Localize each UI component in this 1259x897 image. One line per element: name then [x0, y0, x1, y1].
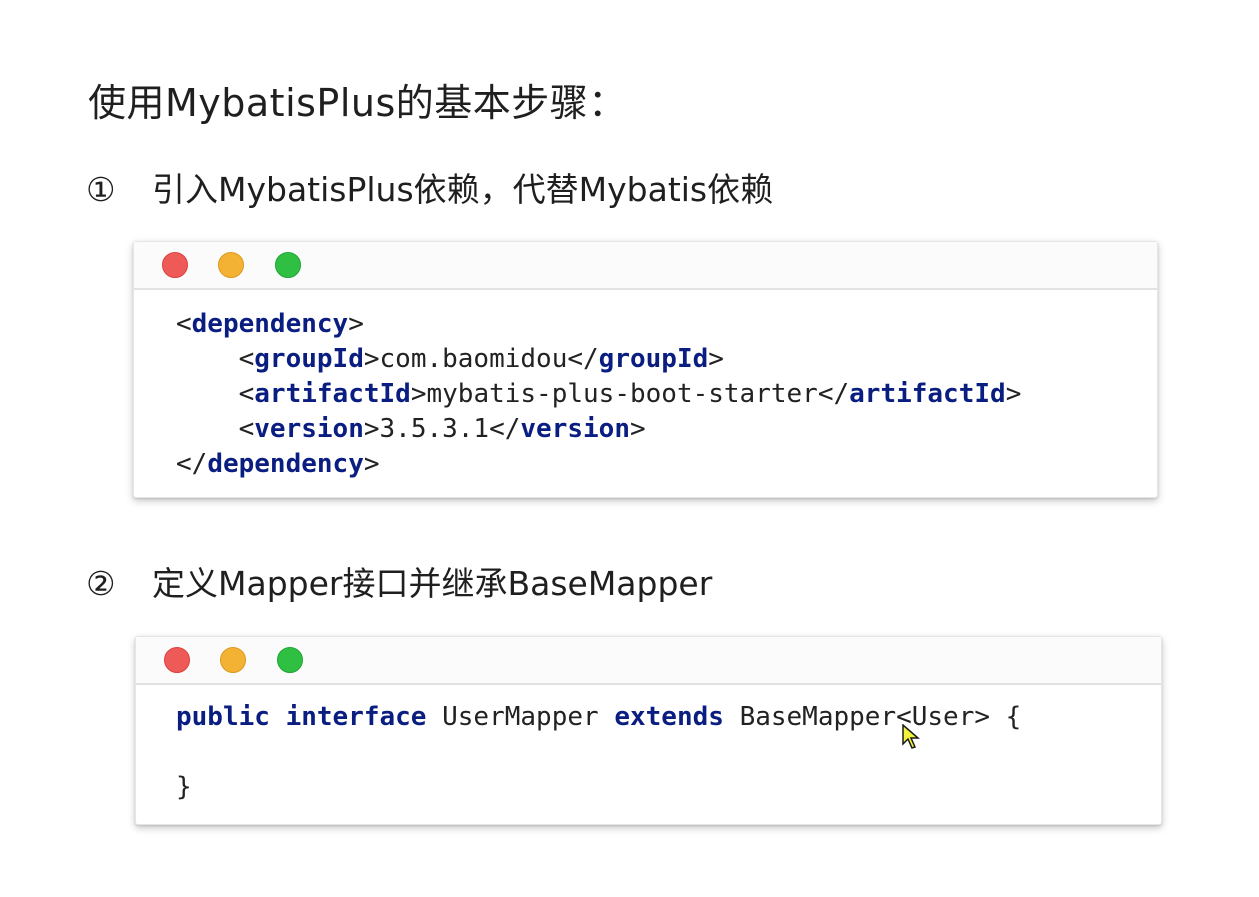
code-tag: version [254, 414, 364, 444]
code-punct: > [363, 449, 380, 479]
code-punct: </ [567, 344, 599, 374]
code-line: <groupId>com.baomidou</groupId> [176, 342, 1021, 377]
step-1-text: 引入MybatisPlus依赖，代替Mybatis依赖 [152, 170, 774, 209]
window-title-bar [134, 242, 1157, 290]
code-identifier: UserMapper [442, 702, 599, 732]
code-line: </dependency> [176, 447, 1021, 482]
code-punct: > [1005, 379, 1022, 409]
code-keyword: extends [614, 702, 724, 732]
code-line: <version>3.5.3.1</version> [176, 412, 1021, 447]
code-line: public interface UserMapper extends Base… [176, 700, 1021, 735]
code-tag: version [520, 414, 630, 444]
code-punct: > [708, 344, 724, 374]
step-2: ② 定义Mapper接口并继承BaseMapper [86, 562, 712, 606]
code-value: com.baomidou [379, 344, 568, 374]
code-tag: dependency [191, 309, 349, 339]
code-keyword: public [176, 702, 270, 732]
step-2-text: 定义Mapper接口并继承BaseMapper [152, 564, 713, 603]
code-punct: </ [489, 414, 521, 444]
step-2-number: ② [86, 564, 116, 603]
code-block-mapper: public interface UserMapper extends Base… [176, 700, 1021, 805]
window-title-bar [136, 637, 1161, 685]
code-identifier: BaseMapper<User> [739, 702, 991, 732]
code-punct: > [363, 414, 380, 444]
code-value: 3.5.3.1 [379, 414, 490, 444]
code-block-dependency: <dependency> <groupId>com.baomidou</grou… [176, 307, 1021, 482]
code-tag: artifactId [254, 379, 411, 409]
code-punct: > [363, 344, 380, 374]
step-1: ① 引入MybatisPlus依赖，代替Mybatis依赖 [86, 168, 773, 212]
code-line: <dependency> [176, 307, 1021, 342]
maximize-dot-icon [277, 647, 303, 673]
maximize-dot-icon [275, 252, 301, 278]
code-tag: dependency [207, 449, 364, 479]
code-punct: </ [176, 449, 208, 479]
code-punct: < [176, 309, 192, 339]
close-dot-icon [164, 647, 190, 673]
minimize-dot-icon [220, 647, 246, 673]
step-1-number: ① [86, 170, 116, 209]
mouse-pointer-icon [902, 724, 920, 749]
code-value: mybatis-plus-boot-starter [426, 379, 818, 409]
code-window-mapper: public interface UserMapper extends Base… [135, 636, 1162, 825]
code-tag: groupId [254, 344, 364, 374]
code-punct: > [629, 414, 646, 444]
code-punct: </ [817, 379, 850, 409]
code-punct: < [238, 414, 255, 444]
code-window-dependency: <dependency> <groupId>com.baomidou</grou… [133, 241, 1158, 498]
code-line: <artifactId>mybatis-plus-boot-starter</a… [176, 377, 1022, 412]
code-punct: { [1005, 702, 1022, 732]
code-tag: groupId [598, 344, 709, 374]
page-title: 使用MybatisPlus的基本步骤： [88, 81, 627, 125]
code-punct: > [410, 379, 427, 409]
minimize-dot-icon [218, 252, 244, 278]
code-punct: < [238, 344, 255, 374]
close-dot-icon [162, 252, 188, 278]
code-tag: artifactId [849, 379, 1006, 409]
code-line: } [176, 770, 1021, 805]
code-punct: } [176, 772, 192, 802]
code-keyword: interface [285, 702, 427, 732]
code-punct: > [348, 309, 364, 339]
code-punct: < [238, 379, 255, 409]
